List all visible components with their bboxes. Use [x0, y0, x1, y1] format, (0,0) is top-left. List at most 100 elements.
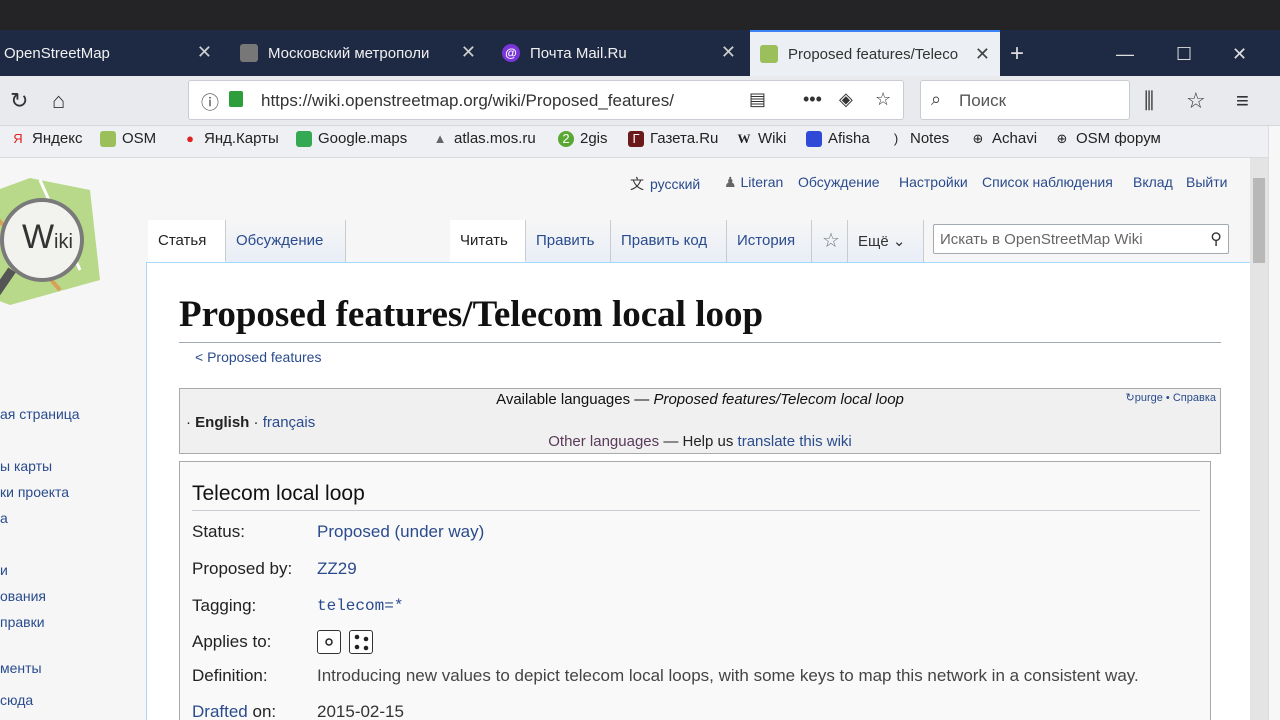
wiki-search-input[interactable]: Искать в OpenStreetMap Wiki ⚲ — [933, 224, 1229, 254]
tab-label: OpenStreetMap — [4, 44, 110, 62]
maximize-icon[interactable]: ☐ — [1176, 44, 1192, 65]
reload-icon[interactable]: ↻ — [10, 88, 28, 114]
bookmark-osm-forum[interactable]: ⊕ OSM форум — [1054, 130, 1161, 147]
drafted-label: Drafted on: — [192, 702, 277, 720]
wiki-logo[interactable]: W iki — [0, 170, 120, 310]
languages-title: Available languages — Proposed features/… — [496, 391, 904, 408]
gazeta-icon: Г — [628, 130, 644, 147]
bookmark-2gis[interactable]: 2 2gis — [558, 130, 608, 147]
bookmark-notes[interactable]: ) Notes — [888, 130, 949, 147]
sidebar-link-map[interactable]: ы карты — [0, 458, 52, 474]
language-link-french[interactable]: français — [263, 414, 316, 431]
bookmark-star-icon[interactable]: ☆ — [875, 89, 891, 110]
navigation-bar: ↻ ⌂ ⓘ https://wiki.openstreetmap.org/wik… — [0, 76, 1280, 126]
window-close-icon[interactable]: ✕ — [1232, 44, 1247, 65]
page-actions-icon[interactable]: ••• — [803, 89, 822, 110]
close-icon[interactable]: ✕ — [975, 44, 990, 65]
preferences-link[interactable]: Настройки — [899, 174, 968, 190]
sidebar-link-project[interactable]: ки проекта — [0, 484, 69, 500]
close-icon[interactable]: ✕ — [197, 42, 212, 63]
bookmark-wiki[interactable]: W Wiki — [736, 130, 787, 147]
tab-edit[interactable]: Править — [526, 220, 611, 262]
menu-icon[interactable]: ≡ — [1236, 88, 1249, 114]
other-languages-row: Other languages — Help us translate this… — [548, 433, 852, 450]
sidebar-link-what-links-here[interactable]: сюда — [0, 692, 33, 708]
tab-metro[interactable]: Московский метрополи ✕ — [236, 30, 486, 76]
bookmark-gazeta[interactable]: Г Газета.Ru — [628, 130, 718, 147]
help-link[interactable]: Справка — [1173, 392, 1216, 404]
proposal-infobox: Telecom local loop Status: Proposed (und… — [179, 461, 1211, 720]
bookmark-yandex-maps[interactable]: ● Янд.Карты — [182, 130, 279, 147]
page-scrollbar[interactable] — [1250, 158, 1268, 720]
sidebar-link-4[interactable]: и — [0, 562, 8, 578]
lock-icon — [229, 91, 243, 107]
definition-value: Introducing new values to depict telecom… — [317, 666, 1139, 685]
tab-history[interactable]: История — [727, 220, 812, 262]
close-icon[interactable]: ✕ — [461, 42, 476, 63]
watch-star-icon[interactable]: ☆ — [812, 220, 848, 262]
sidebar-link-recent-changes[interactable]: правки — [0, 614, 45, 630]
bookmarks-menu-icon[interactable]: ☆ — [1186, 88, 1206, 114]
url-text[interactable]: https://wiki.openstreetmap.org/wiki/Prop… — [261, 91, 674, 111]
user-talk-link[interactable]: Обсуждение — [798, 174, 880, 190]
proposed-by-label: Proposed by: — [192, 559, 293, 578]
sidebar-link-tools[interactable]: менты — [0, 660, 42, 676]
search-icon[interactable]: ⚲ — [1210, 229, 1222, 249]
bookmark-google-maps[interactable]: Google.maps — [296, 130, 407, 147]
language-selector[interactable]: 文 русский — [630, 174, 700, 194]
status-label: Status: — [192, 522, 245, 541]
bookmark-achavi[interactable]: ⊕ Achavi — [970, 130, 1037, 147]
tab-article[interactable]: Статья — [148, 220, 226, 262]
close-icon[interactable]: ✕ — [721, 42, 736, 63]
node-icon[interactable] — [317, 630, 341, 654]
tab-openstreetmap[interactable]: OpenStreetMap ✕ — [0, 30, 222, 76]
bookmark-afisha[interactable]: Afisha — [806, 130, 870, 147]
address-bar[interactable]: ⓘ https://wiki.openstreetmap.org/wiki/Pr… — [188, 80, 904, 120]
bookmark-atlas[interactable]: ▲ atlas.mos.ru — [432, 130, 536, 147]
map-pin-icon: ● — [186, 130, 194, 146]
sidebar-link-usage[interactable]: ования — [0, 588, 46, 604]
svg-text:iki: iki — [54, 231, 73, 253]
user-link[interactable]: ♟ Literan — [724, 174, 783, 191]
search-placeholder: Поиск — [959, 91, 1007, 110]
sidebar-link-3[interactable]: а — [0, 510, 8, 526]
contributions-link[interactable]: Вклад — [1133, 174, 1173, 190]
article-content: Proposed features/Telecom local loop < P… — [146, 262, 1250, 720]
scrollbar-thumb[interactable] — [1253, 178, 1265, 263]
tab-read[interactable]: Читать — [450, 220, 526, 262]
bookmark-osm[interactable]: OSM — [100, 130, 156, 147]
bookmark-yandex[interactable]: Я Яндекс — [10, 130, 82, 147]
applies-to-icons — [317, 630, 387, 656]
browser-search-box[interactable]: ⌕ Поиск — [920, 80, 1130, 120]
relation-icon[interactable] — [349, 630, 373, 654]
home-icon[interactable]: ⌂ — [52, 88, 65, 114]
minimize-icon[interactable]: — — [1116, 44, 1134, 65]
pocket-icon[interactable]: ◈ — [839, 89, 853, 110]
tab-proposed-features[interactable]: Proposed features/Teleco ✕ — [750, 30, 1000, 76]
parent-page-link[interactable]: < Proposed features — [195, 349, 321, 365]
tab-mail[interactable]: @ Почта Mail.Ru ✕ — [498, 30, 746, 76]
google-maps-icon — [296, 130, 312, 147]
globe-icon: ⊕ — [1056, 130, 1068, 146]
info-icon[interactable]: ⓘ — [201, 89, 219, 115]
logout-link[interactable]: Выйти — [1186, 174, 1227, 190]
tab-discussion[interactable]: Обсуждение — [226, 220, 346, 262]
web-page: W iki ая страница ы карты ки проекта а и… — [0, 158, 1250, 720]
watchlist-link[interactable]: Список наблюдения — [982, 174, 1113, 190]
tagging-value[interactable]: telecom=* — [317, 597, 403, 615]
more-menu[interactable]: Ещё ⌄ — [848, 220, 924, 262]
reader-view-icon[interactable]: ▤ — [749, 89, 766, 110]
status-link[interactable]: Proposed — [317, 522, 390, 541]
drafted-link[interactable]: Drafted — [192, 702, 248, 720]
sidebar-link-main-page[interactable]: ая страница — [0, 406, 80, 422]
other-languages-link[interactable]: Other languages — [548, 433, 659, 450]
new-tab-icon[interactable]: + — [1010, 40, 1024, 68]
purge-link[interactable]: purge — [1135, 392, 1163, 404]
svg-text:W: W — [22, 218, 54, 256]
infobox-title: Telecom local loop — [192, 482, 1200, 511]
tab-edit-source[interactable]: Править код — [611, 220, 727, 262]
translate-link[interactable]: translate this wiki — [738, 433, 852, 450]
library-icon[interactable]: ⫼ — [1144, 88, 1154, 114]
search-icon: ⌕ — [931, 89, 942, 109]
proposer-link[interactable]: ZZ29 — [317, 559, 357, 579]
